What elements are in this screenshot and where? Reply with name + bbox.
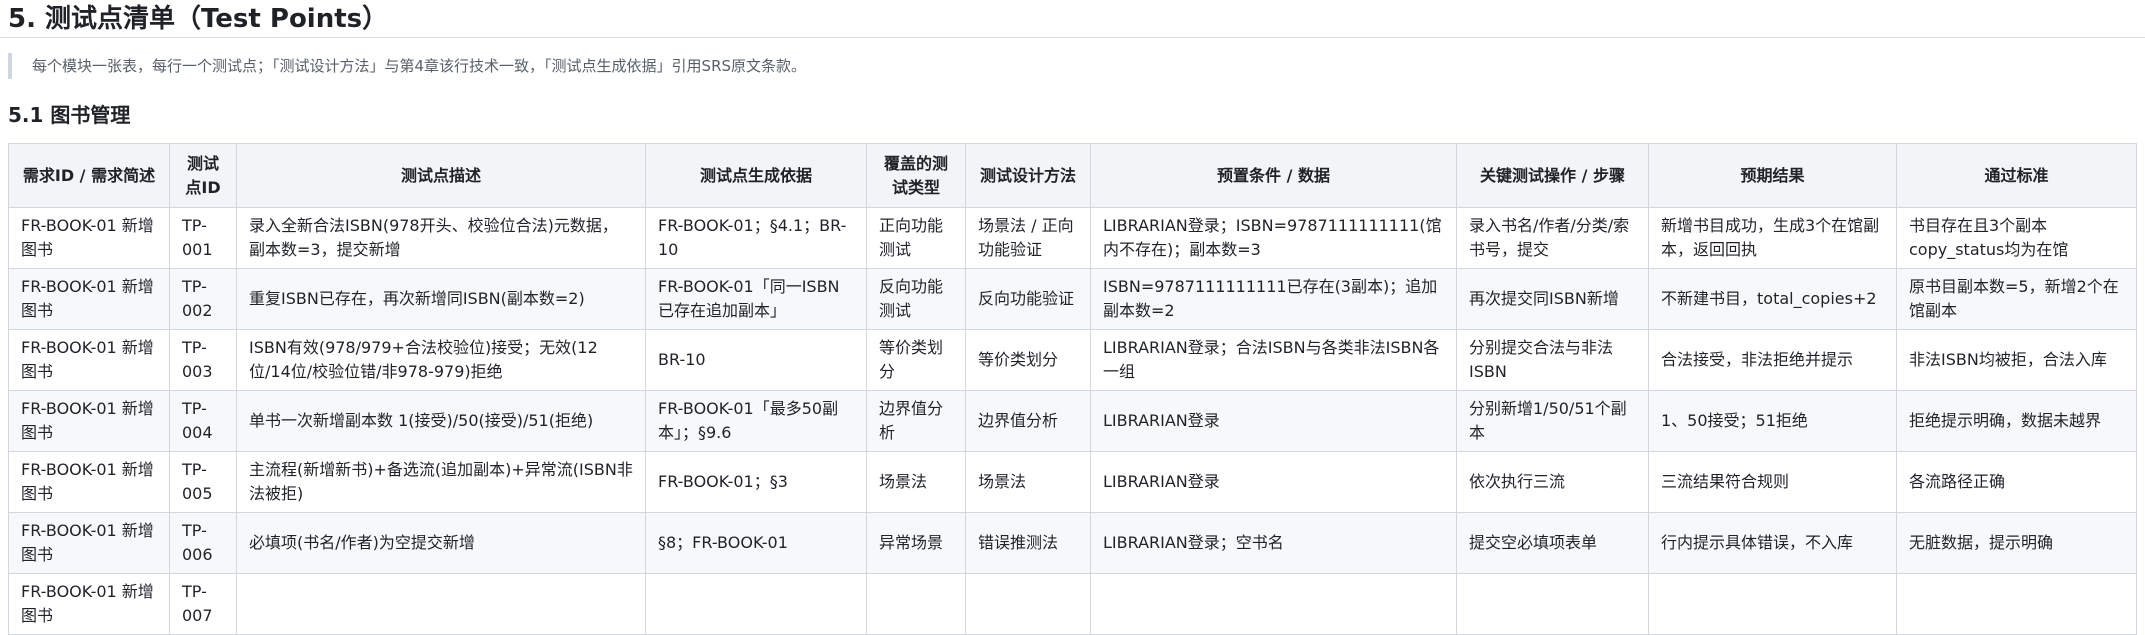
cell-basis: FR-BOOK-01；§4.1；BR-10 <box>645 207 867 269</box>
cell-test-point-id: TP-002 <box>169 268 237 330</box>
cell-design-method: 场景法 / 正向功能验证 <box>965 207 1091 269</box>
header-steps: 关键测试操作 / 步骤 <box>1456 143 1649 208</box>
cell-design-method <box>965 573 1091 635</box>
cell-design-method: 等价类划分 <box>965 329 1091 391</box>
header-requirement: 需求ID / 需求简述 <box>8 143 170 208</box>
cell-description <box>236 573 646 635</box>
header-test-point-id: 测试点ID <box>169 143 237 208</box>
cell-description: ISBN有效(978/979+合法校验位)接受；无效(12位/14位/校验位错/… <box>236 329 646 391</box>
cell-test-point-id: TP-001 <box>169 207 237 269</box>
header-test-type: 覆盖的测试类型 <box>866 143 966 208</box>
header-description: 测试点描述 <box>236 143 646 208</box>
cell-preconditions: LIBRARIAN登录；合法ISBN与各类非法ISBN各一组 <box>1090 329 1457 391</box>
cell-expected-result: 三流结果符合规则 <box>1648 451 1897 513</box>
cell-steps: 再次提交同ISBN新增 <box>1456 268 1649 330</box>
cell-test-type: 反向功能测试 <box>866 268 966 330</box>
cell-basis: FR-BOOK-01「最多50副本」；§9.6 <box>645 390 867 452</box>
cell-test-type: 等价类划分 <box>866 329 966 391</box>
cell-basis <box>645 573 867 635</box>
cell-preconditions: LIBRARIAN登录；ISBN=9787111111111(馆内不存在)；副本… <box>1090 207 1457 269</box>
table-row: FR-BOOK-01 新增图书 TP-005 主流程(新增新书)+备选流(追加副… <box>8 451 2137 513</box>
cell-expected-result <box>1648 573 1897 635</box>
cell-preconditions: LIBRARIAN登录；空书名 <box>1090 512 1457 574</box>
cell-description: 录入全新合法ISBN(978开头、校验位合法)元数据，副本数=3，提交新增 <box>236 207 646 269</box>
test-points-table: 需求ID / 需求简述 测试点ID 测试点描述 测试点生成依据 覆盖的测试类型 … <box>8 143 2137 635</box>
cell-test-type: 场景法 <box>866 451 966 513</box>
cell-steps: 录入书名/作者/分类/索书号，提交 <box>1456 207 1649 269</box>
table-row: FR-BOOK-01 新增图书 TP-004 单书一次新增副本数 1(接受)/5… <box>8 390 2137 452</box>
cell-test-point-id: TP-006 <box>169 512 237 574</box>
cell-requirement: FR-BOOK-01 新增图书 <box>8 329 170 391</box>
cell-preconditions: ISBN=9787111111111已存在(3副本)；追加副本数=2 <box>1090 268 1457 330</box>
cell-test-point-id: TP-007 <box>169 573 237 635</box>
cell-pass-criteria: 非法ISBN均被拒，合法入库 <box>1896 329 2137 391</box>
table-header-row: 需求ID / 需求简述 测试点ID 测试点描述 测试点生成依据 覆盖的测试类型 … <box>8 143 2137 208</box>
cell-pass-criteria: 无脏数据，提示明确 <box>1896 512 2137 574</box>
cell-description: 重复ISBN已存在，再次新增同ISBN(副本数=2) <box>236 268 646 330</box>
cell-test-point-id: TP-003 <box>169 329 237 391</box>
cell-pass-criteria: 各流路径正确 <box>1896 451 2137 513</box>
section-heading: 5. 测试点清单（Test Points） <box>8 4 389 34</box>
table-row: FR-BOOK-01 新增图书 TP-006 必填项(书名/作者)为空提交新增 … <box>8 512 2137 574</box>
cell-requirement: FR-BOOK-01 新增图书 <box>8 268 170 330</box>
cell-test-type <box>866 573 966 635</box>
cell-design-method: 反向功能验证 <box>965 268 1091 330</box>
cell-design-method: 边界值分析 <box>965 390 1091 452</box>
cell-expected-result: 行内提示具体错误，不入库 <box>1648 512 1897 574</box>
header-basis: 测试点生成依据 <box>645 143 867 208</box>
cell-test-type: 正向功能测试 <box>866 207 966 269</box>
cell-test-type: 边界值分析 <box>866 390 966 452</box>
table-row: FR-BOOK-01 新增图书 TP-007 <box>8 573 2137 635</box>
cell-description: 主流程(新增新书)+备选流(追加副本)+异常流(ISBN非法被拒) <box>236 451 646 513</box>
header-expected-result: 预期结果 <box>1648 143 1897 208</box>
cell-requirement: FR-BOOK-01 新增图书 <box>8 390 170 452</box>
cell-requirement: FR-BOOK-01 新增图书 <box>8 512 170 574</box>
cell-basis: §8；FR-BOOK-01 <box>645 512 867 574</box>
cell-steps: 分别新增1/50/51个副本 <box>1456 390 1649 452</box>
cell-steps: 提交空必填项表单 <box>1456 512 1649 574</box>
cell-pass-criteria <box>1896 573 2137 635</box>
cell-expected-result: 合法接受，非法拒绝并提示 <box>1648 329 1897 391</box>
cell-pass-criteria: 原书目副本数=5，新增2个在馆副本 <box>1896 268 2137 330</box>
cell-expected-result: 不新建书目，total_copies+2 <box>1648 268 1897 330</box>
cell-test-point-id: TP-004 <box>169 390 237 452</box>
table-row: FR-BOOK-01 新增图书 TP-003 ISBN有效(978/979+合法… <box>8 329 2137 391</box>
cell-basis: FR-BOOK-01；§3 <box>645 451 867 513</box>
cell-description: 单书一次新增副本数 1(接受)/50(接受)/51(拒绝) <box>236 390 646 452</box>
cell-steps <box>1456 573 1649 635</box>
cell-preconditions <box>1090 573 1457 635</box>
header-preconditions: 预置条件 / 数据 <box>1090 143 1457 208</box>
cell-design-method: 错误推测法 <box>965 512 1091 574</box>
cell-preconditions: LIBRARIAN登录 <box>1090 451 1457 513</box>
subsection-heading: 5.1 图书管理 <box>8 103 131 127</box>
heading-divider <box>0 37 2145 38</box>
cell-basis: BR-10 <box>645 329 867 391</box>
cell-steps: 依次执行三流 <box>1456 451 1649 513</box>
cell-basis: FR-BOOK-01「同一ISBN已存在追加副本」 <box>645 268 867 330</box>
cell-requirement: FR-BOOK-01 新增图书 <box>8 451 170 513</box>
cell-description: 必填项(书名/作者)为空提交新增 <box>236 512 646 574</box>
table-row: FR-BOOK-01 新增图书 TP-001 录入全新合法ISBN(978开头、… <box>8 207 2137 269</box>
cell-test-type: 异常场景 <box>866 512 966 574</box>
cell-test-point-id: TP-005 <box>169 451 237 513</box>
cell-pass-criteria: 拒绝提示明确，数据未越界 <box>1896 390 2137 452</box>
table-row: FR-BOOK-01 新增图书 TP-002 重复ISBN已存在，再次新增同IS… <box>8 268 2137 330</box>
cell-expected-result: 新增书目成功，生成3个在馆副本，返回回执 <box>1648 207 1897 269</box>
header-design-method: 测试设计方法 <box>965 143 1091 208</box>
cell-design-method: 场景法 <box>965 451 1091 513</box>
header-pass-criteria: 通过标准 <box>1896 143 2137 208</box>
section-note: 每个模块一张表，每行一个测试点；「测试设计方法」与第4章该行技术一致，「测试点生… <box>8 53 806 79</box>
cell-requirement: FR-BOOK-01 新增图书 <box>8 573 170 635</box>
cell-expected-result: 1、50接受；51拒绝 <box>1648 390 1897 452</box>
cell-pass-criteria: 书目存在且3个副本copy_status均为在馆 <box>1896 207 2137 269</box>
cell-steps: 分别提交合法与非法ISBN <box>1456 329 1649 391</box>
cell-preconditions: LIBRARIAN登录 <box>1090 390 1457 452</box>
cell-requirement: FR-BOOK-01 新增图书 <box>8 207 170 269</box>
